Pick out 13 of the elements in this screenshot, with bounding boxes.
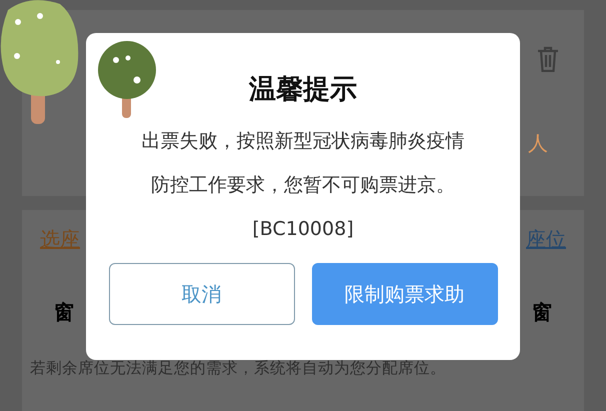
seat-note: 若剩余席位无法满足您的需求，系统将自动为您分配席位。: [30, 358, 447, 379]
trash-icon[interactable]: [537, 46, 559, 72]
dialog-message: 出票失败，按照新型冠状病毒肺炎疫情: [142, 129, 464, 154]
passenger-text: 人: [528, 130, 548, 157]
help-button[interactable]: 限制购票求助: [312, 263, 498, 325]
seat-link[interactable]: 座位: [526, 226, 566, 253]
dialog-title: 温馨提示: [249, 73, 357, 107]
dialog-message: 防控工作要求，您暂不可购票进京。: [151, 173, 455, 198]
error-code: [BC10008]: [252, 217, 354, 242]
window-seat-label: 窗: [532, 299, 552, 326]
cancel-button[interactable]: 取消: [108, 263, 294, 325]
tree-icon: [96, 40, 158, 120]
window-seat-label: 窗: [54, 299, 74, 326]
